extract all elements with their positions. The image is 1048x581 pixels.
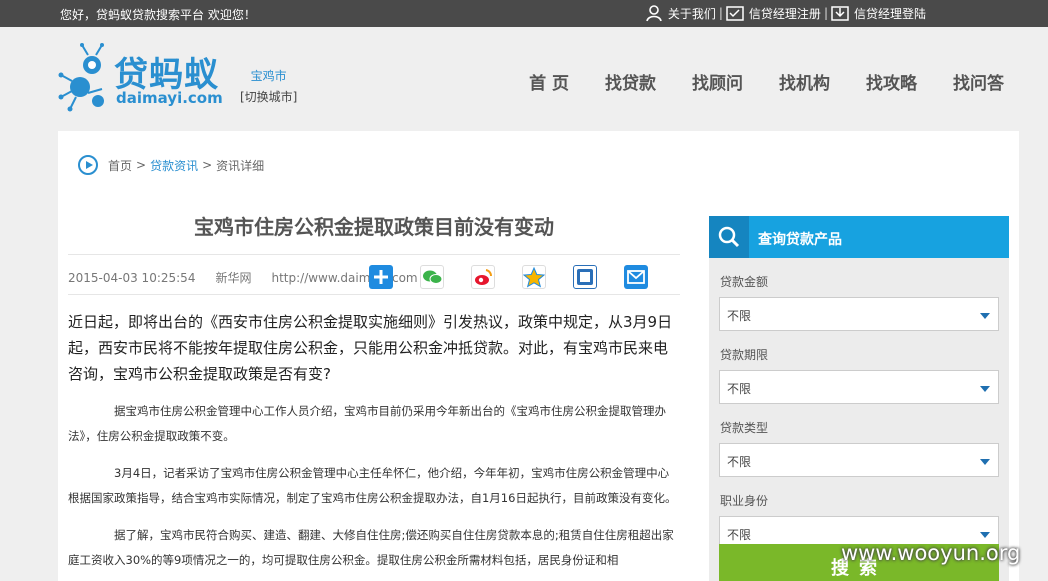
about-us-label: 关于我们: [667, 6, 716, 21]
breadcrumb-sep: >: [136, 158, 147, 172]
chevron-down-icon: [980, 532, 990, 538]
article-title: 宝鸡市住房公积金提取政策目前没有变动: [68, 211, 680, 255]
content-area: 首页 > 贷款资讯 > 资讯详细 宝鸡市住房公积金提取政策目前没有变动 2015…: [58, 131, 1019, 581]
article-source: 新华网: [215, 271, 252, 285]
breadcrumb: 首页 > 贷款资讯 > 资讯详细: [78, 155, 264, 175]
weibo-icon[interactable]: [471, 265, 495, 289]
loan-search-panel: 查询贷款产品 贷款金额 不限 贷款期限 不限 贷款类型 不限 职业身份 不限 搜…: [709, 216, 1009, 581]
nav-home[interactable]: 首 页: [529, 69, 569, 94]
play-circle-icon: [78, 155, 98, 175]
top-bar: 您好，贷蚂蚁贷款搜索平台 欢迎您！ 关于我们 | 信贷经理注册 | 信贷经理登陆: [0, 0, 1048, 27]
manager-register-label: 信贷经理注册: [748, 6, 821, 21]
loan-term-label: 贷款期限: [720, 348, 769, 362]
loan-amount-select[interactable]: 不限: [719, 297, 999, 331]
breadcrumb-sep: >: [202, 158, 213, 172]
nav-find-advisor[interactable]: 找顾问: [692, 69, 743, 94]
separator: |: [823, 6, 828, 20]
separator: |: [718, 6, 723, 20]
top-links: 关于我们 | 信贷经理注册 | 信贷经理登陆: [645, 4, 926, 22]
nav-find-loan[interactable]: 找贷款: [605, 69, 656, 94]
nav-find-guide[interactable]: 找攻略: [866, 69, 917, 94]
occupation-value: 不限: [727, 528, 752, 542]
loan-amount-value: 不限: [727, 309, 752, 323]
login-icon: [831, 4, 849, 22]
manager-login-label: 信贷经理登陆: [853, 6, 926, 21]
occupation-label: 职业身份: [720, 494, 769, 508]
tieba-icon[interactable]: [573, 265, 597, 289]
nav-find-qa[interactable]: 找问答: [953, 69, 1004, 94]
breadcrumb-category[interactable]: 贷款资讯: [150, 157, 198, 174]
article-paragraph: 3月4日，记者采访了宝鸡市住房公积金管理中心主任牟怀仁，他介绍，今年年初，宝鸡市…: [68, 466, 677, 505]
favorite-star-icon[interactable]: [522, 265, 546, 289]
welcome-text: 您好，贷蚂蚁贷款搜索平台 欢迎您！: [60, 8, 256, 22]
panel-title: 查询贷款产品: [758, 232, 842, 248]
loan-amount-label: 贷款金额: [720, 275, 769, 289]
logo-domain: daimayi.com: [116, 89, 223, 107]
article-meta: 2015-04-03 10:25:54 新华网 http://www.daima…: [68, 261, 680, 295]
manager-register-link[interactable]: 信贷经理注册: [726, 4, 821, 22]
email-icon[interactable]: [624, 265, 648, 289]
user-icon: [645, 4, 663, 22]
about-us-link[interactable]: 关于我们: [645, 4, 716, 22]
panel-header: 查询贷款产品: [709, 216, 1009, 258]
manager-login-link[interactable]: 信贷经理登陆: [831, 4, 926, 22]
qzone-plus-icon[interactable]: [369, 265, 393, 289]
breadcrumb-current: 资讯详细: [216, 158, 265, 173]
chevron-down-icon: [980, 313, 990, 319]
article-paragraph: 据宝鸡市住房公积金管理中心工作人员介绍，宝鸡市目前仍采用今年新出台的《宝鸡市住房…: [68, 404, 666, 443]
article-paragraph: 据了解，宝鸡市民符合购买、建造、翻建、大修自住住房;偿还购买自住住房贷款本息的;…: [68, 528, 674, 567]
share-bar: [362, 265, 668, 289]
breadcrumb-home[interactable]: 首页: [108, 157, 132, 174]
loan-type-label: 贷款类型: [720, 421, 769, 435]
register-icon: [726, 4, 744, 22]
loan-term-select[interactable]: 不限: [719, 370, 999, 404]
loan-type-select[interactable]: 不限: [719, 443, 999, 477]
wechat-icon[interactable]: [420, 265, 444, 289]
article-date: 2015-04-03 10:25:54: [68, 270, 196, 285]
site-header: 贷蚂蚁 daimayi.com 宝鸡市 [切换城市] 首 页 找贷款 找顾问 找…: [0, 27, 1048, 119]
chevron-down-icon: [980, 459, 990, 465]
ant-logo-icon: [58, 43, 104, 112]
city-selector: 宝鸡市 [切换城市]: [240, 67, 297, 105]
search-icon: [709, 216, 749, 258]
current-city: 宝鸡市: [250, 69, 287, 83]
switch-city-link[interactable]: [切换城市]: [240, 88, 297, 105]
loan-term-value: 不限: [727, 382, 752, 396]
article-lead: 近日起，即将出台的《西安市住房公积金提取实施细则》引发热议，政策中规定，从3月9…: [68, 313, 673, 383]
main-nav: 首 页 找贷款 找顾问 找机构 找攻略 找问答: [493, 69, 1004, 94]
nav-find-institution[interactable]: 找机构: [779, 69, 830, 94]
loan-type-value: 不限: [727, 455, 752, 469]
logo[interactable]: 贷蚂蚁 daimayi.com: [58, 43, 228, 115]
watermark: www.wooyun.org: [841, 541, 1021, 565]
chevron-down-icon: [980, 386, 990, 392]
article: 宝鸡市住房公积金提取政策目前没有变动 2015-04-03 10:25:54 新…: [68, 211, 680, 573]
